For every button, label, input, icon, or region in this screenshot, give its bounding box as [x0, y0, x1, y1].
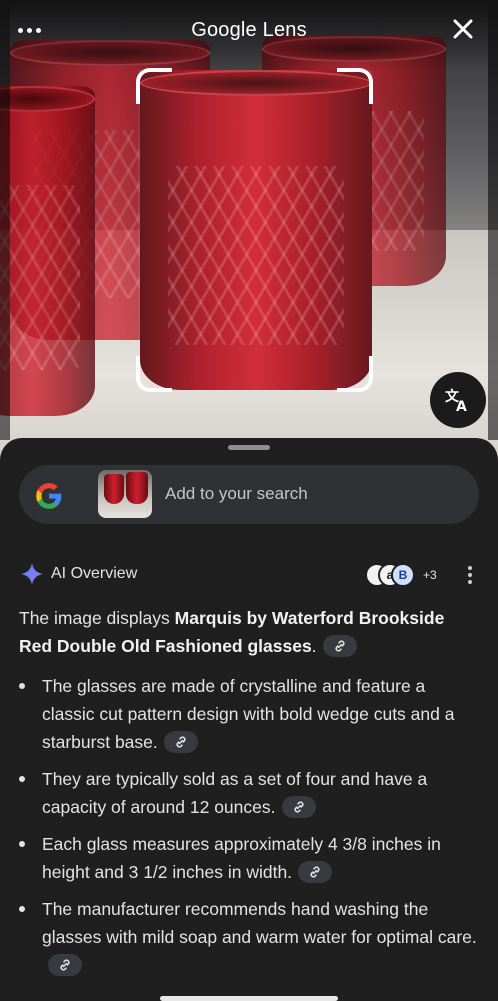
ai-overview-bullets: The glasses are made of crystalline and …	[19, 672, 481, 988]
google-g-icon	[36, 483, 62, 509]
crop-handle-bottom-right[interactable]	[337, 356, 373, 392]
gemini-sparkle-icon	[21, 563, 43, 585]
link-icon	[60, 959, 70, 971]
citation-link-button[interactable]	[281, 796, 316, 819]
translate-icon: 文 A	[445, 388, 467, 414]
more-vertical-icon	[468, 566, 472, 570]
dim-overlay-right	[488, 0, 498, 440]
app-title: Google Lens	[191, 19, 307, 41]
citation-link-button[interactable]	[48, 954, 82, 977]
list-item: The manufacturer recommends hand washing…	[19, 895, 481, 979]
close-icon	[453, 19, 473, 39]
dim-overlay-left	[0, 0, 10, 440]
svg-text:A: A	[456, 399, 467, 414]
citation-link-button[interactable]	[298, 861, 333, 884]
crop-selection-area[interactable]	[138, 70, 372, 390]
ai-overview-title: AI Overview	[51, 565, 138, 582]
search-placeholder-text[interactable]: Add to your search	[165, 484, 308, 504]
list-item: The glasses are made of crystalline and …	[19, 672, 481, 756]
sheet-drag-handle[interactable]	[228, 445, 270, 450]
translate-button[interactable]: 文 A	[430, 372, 486, 428]
list-item: They are typically sold as a set of four…	[19, 765, 481, 821]
glass-front-left	[0, 86, 95, 416]
lens-image-preview[interactable]	[0, 0, 498, 460]
add-to-search-bar[interactable]: Add to your search	[19, 465, 479, 524]
intro-text: The image displays	[19, 608, 175, 628]
ai-overview-header: AI Overview a B +3	[20, 562, 480, 590]
crop-handle-top-left[interactable]	[136, 68, 172, 104]
list-item: Each glass measures approximately 4 3/8 …	[19, 830, 481, 886]
source-favicon: B	[391, 563, 415, 587]
citation-link-button[interactable]	[163, 731, 198, 754]
source-count: +3	[423, 568, 437, 582]
source-favicons[interactable]: a B +3	[365, 562, 445, 588]
close-button[interactable]	[448, 14, 478, 44]
ai-overview-menu-button[interactable]	[462, 566, 478, 586]
results-sheet: Add to your search AI Overview a B +3 Th…	[0, 438, 498, 1001]
citation-link-button[interactable]	[322, 635, 357, 658]
link-icon	[293, 801, 304, 813]
crop-handle-top-right[interactable]	[337, 68, 373, 104]
crop-handle-bottom-left[interactable]	[136, 356, 172, 392]
ai-overview-intro: The image displays Marquis by Waterford …	[19, 608, 445, 658]
home-indicator[interactable]	[160, 996, 338, 1001]
link-icon	[310, 866, 320, 878]
query-image-thumbnail[interactable]	[98, 470, 152, 518]
link-icon	[176, 736, 186, 748]
link-icon	[335, 640, 345, 652]
